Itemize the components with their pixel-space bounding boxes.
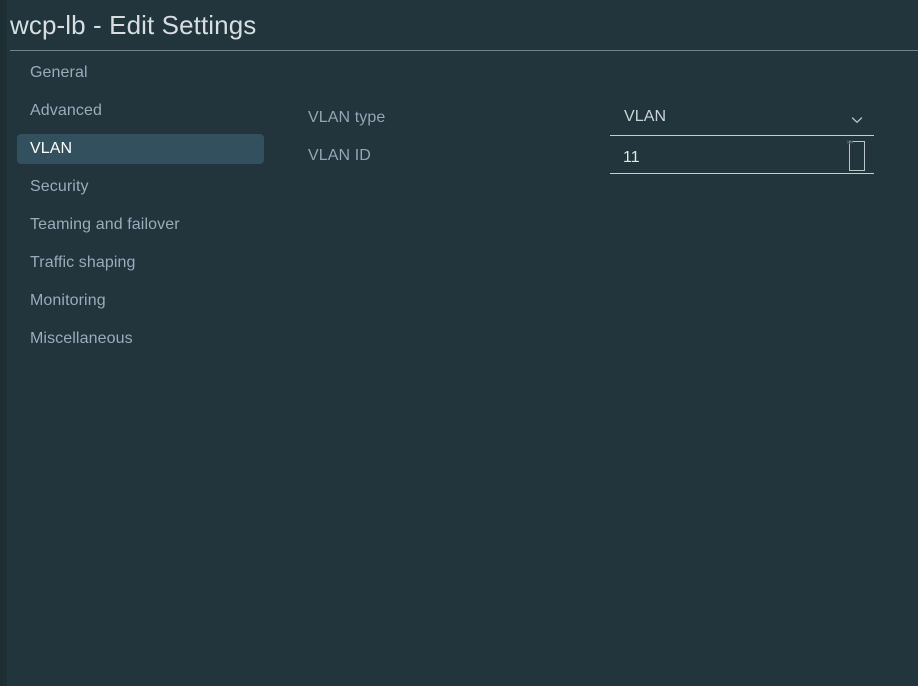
- vlan-id-value: 11: [623, 149, 640, 166]
- sidebar-item-vlan[interactable]: VLAN: [0, 134, 285, 164]
- sidebar-item-label: Teaming and failover: [30, 216, 180, 233]
- sidebar-item-label: Advanced: [30, 102, 102, 119]
- vlan-type-select[interactable]: VLAN: [610, 106, 874, 136]
- vlan-type-label: VLAN type: [308, 109, 386, 126]
- vlan-id-input[interactable]: 11: [610, 140, 874, 174]
- sidebar-item-label: Security: [30, 178, 89, 195]
- edit-settings-dialog: wcp-lb - Edit Settings General Advanced …: [0, 0, 918, 686]
- vlan-type-row: VLAN type VLAN: [308, 106, 888, 144]
- vlan-settings-form: VLAN type VLAN VLAN ID 11: [308, 106, 888, 182]
- page-title: wcp-lb - Edit Settings: [10, 10, 257, 40]
- sidebar-item-advanced[interactable]: Advanced: [0, 98, 285, 124]
- chevron-down-icon[interactable]: [850, 113, 864, 127]
- sidebar-item-traffic-shaping[interactable]: Traffic shaping: [0, 250, 285, 276]
- sidebar-item-label: Traffic shaping: [30, 254, 136, 271]
- sidebar-item-general[interactable]: General: [0, 60, 285, 86]
- header-divider: [10, 50, 918, 51]
- settings-sidebar: General Advanced VLAN Security Teaming a…: [0, 60, 285, 364]
- vlan-id-label: VLAN ID: [308, 147, 371, 164]
- sidebar-item-label: General: [30, 64, 88, 81]
- quantity-stepper[interactable]: [846, 140, 865, 171]
- sidebar-item-security[interactable]: Security: [0, 174, 285, 200]
- sidebar-item-label: Monitoring: [30, 292, 106, 309]
- sidebar-item-miscellaneous[interactable]: Miscellaneous: [0, 326, 285, 352]
- sidebar-item-label: Miscellaneous: [30, 330, 133, 347]
- sidebar-item-teaming-and-failover[interactable]: Teaming and failover: [0, 212, 285, 238]
- vlan-id-row: VLAN ID 11: [308, 140, 888, 182]
- dialog-header: wcp-lb - Edit Settings: [0, 0, 918, 51]
- vlan-type-selected-value: VLAN: [624, 108, 667, 125]
- sidebar-item-label: VLAN: [30, 140, 73, 157]
- sidebar-item-monitoring[interactable]: Monitoring: [0, 288, 285, 314]
